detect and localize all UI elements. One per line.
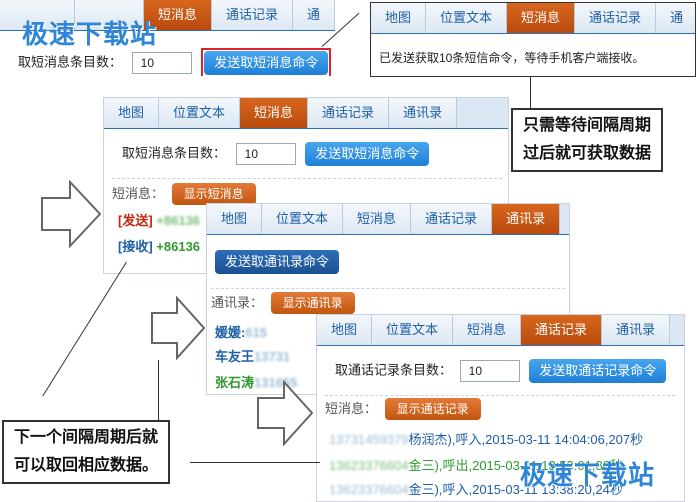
tab-calls[interactable]: 通话记录: [411, 204, 493, 234]
sms-list-header: 短消息： 显示短消息: [112, 178, 502, 205]
contacts-list-label: 通讯录：: [211, 295, 264, 310]
tab-sms[interactable]: 短消息: [240, 98, 309, 128]
contact-entry-2: 车友王13731: [215, 349, 291, 364]
recv-tag: [接收]: [118, 239, 153, 254]
fetch-contacts-button[interactable]: 发送取通讯录命令: [215, 250, 340, 274]
calls-count-input[interactable]: 10: [459, 360, 520, 382]
mini-count-row: 取短消息条目数： 10 发送取短消息命令: [18, 48, 332, 76]
count-label: 取短消息条目数：: [122, 145, 227, 161]
fetch-calls-button[interactable]: 发送取通话记录命令: [529, 359, 667, 383]
watermark-bottom: 极速下载站: [520, 461, 656, 491]
calls-list-header: 短消息： 显示通话记录: [325, 395, 675, 420]
arrow-right-icon: [257, 380, 314, 446]
tab-contacts[interactable]: 通讯录: [602, 315, 671, 345]
sms-entry-send: [发送] +86136: [118, 210, 200, 229]
tab-contacts[interactable]: 通: [656, 3, 695, 33]
watermark-top: 极速下载站: [22, 20, 158, 50]
count-label: 取短消息条目数：: [18, 54, 123, 70]
contacts-fetch-row: 发送取通讯录命令: [215, 250, 340, 274]
calls-tabbar: 地图 位置文本 短消息 通话记录 通讯录: [317, 315, 684, 346]
calls-list-label: 短消息：: [325, 401, 378, 416]
tab-location[interactable]: 位置文本: [262, 204, 344, 234]
tab-map[interactable]: 地图: [317, 315, 373, 345]
show-contacts-button[interactable]: 显示通讯录: [270, 292, 355, 314]
sms-count-row: 取短消息条目数： 10 发送取短消息命令: [122, 142, 430, 166]
call-record-1: 13731459379杨润杰),呼入,2015-03-11 14:04:06,2…: [329, 432, 644, 447]
tab-location[interactable]: 位置文本: [159, 98, 241, 128]
calls-count-row: 取通话记录条目数： 10 发送取通话记录命令: [335, 359, 667, 383]
tab-location[interactable]: 位置文本: [372, 315, 454, 345]
sms-tabbar: 地图 位置文本 短消息 通话记录 通讯录: [104, 98, 508, 129]
tab-calls[interactable]: 通话记录: [521, 315, 603, 345]
fetch-sms-button-highlight[interactable]: 发送取短消息命令: [201, 48, 332, 76]
tab-map[interactable]: 地图: [371, 3, 427, 33]
arrow-right-icon: [151, 296, 206, 360]
callout-top-connector: [530, 76, 531, 108]
status-message: 已发送获取10条短信命令，等待手机客户端接收。: [379, 51, 645, 65]
tab-calls[interactable]: 通话记录: [308, 98, 390, 128]
show-calls-button[interactable]: 显示通话记录: [384, 398, 481, 420]
fetch-sms-button[interactable]: 发送取短消息命令: [305, 142, 430, 166]
tab-map[interactable]: 地图: [104, 98, 160, 128]
callout-bottom-line1: 下一个间隔周期后就: [14, 429, 159, 446]
tab-sms[interactable]: 短消息: [507, 3, 576, 33]
calls-count-label: 取通话记录条目数：: [335, 362, 453, 378]
tab-contacts[interactable]: 通讯录: [389, 98, 458, 128]
count-input[interactable]: 10: [131, 52, 192, 74]
tab-contacts[interactable]: 通: [292, 0, 335, 30]
callout-top-line2: 过后就可获取数据: [523, 145, 652, 162]
tab-sms[interactable]: 短消息: [453, 315, 522, 345]
sms-entry-recv: [接收] +86136: [118, 236, 200, 255]
contacts-list-header: 通讯录： 显示通讯录: [211, 288, 565, 314]
contact-entry-1: 媛媛:615: [215, 325, 268, 340]
callout-bottom-line2: 可以取回相应数据。: [14, 457, 159, 474]
callout-bottom: 下一个间隔周期后就 可以取回相应数据。: [2, 420, 171, 484]
tab-calls[interactable]: 通话记录: [575, 3, 657, 33]
callout-bottom-connector-1: [42, 261, 127, 397]
status-panel: 地图 位置文本 短消息 通话记录 通 已发送获取10条短信命令，等待手机客户端接…: [370, 2, 696, 77]
tab-location[interactable]: 位置文本: [426, 3, 508, 33]
tab-map[interactable]: 地图: [207, 204, 263, 234]
tab-contacts[interactable]: 通讯录: [492, 204, 561, 234]
fetch-sms-button[interactable]: 发送取短消息命令: [204, 51, 329, 75]
status-tabbar: 地图 位置文本 短消息 通话记录 通: [371, 3, 695, 34]
tab-calls[interactable]: 通话记录: [211, 0, 293, 30]
callout-top-line1: 只需等待间隔周期: [523, 117, 652, 134]
count-input[interactable]: 10: [235, 143, 296, 165]
send-tag: [发送]: [118, 213, 153, 228]
callout-bottom-connector-3: [190, 462, 320, 463]
callout-bottom-connector-2: [158, 360, 159, 422]
callout-top: 只需等待间隔周期 过后就可获取数据: [511, 108, 664, 172]
show-sms-button[interactable]: 显示短消息: [171, 183, 256, 205]
sms-list-label: 短消息：: [112, 186, 165, 201]
recv-number: +86136: [156, 239, 201, 254]
tab-sms[interactable]: 短消息: [343, 204, 412, 234]
arrow-right-icon: [41, 180, 102, 248]
contacts-tabbar: 地图 位置文本 短消息 通话记录 通讯录: [207, 204, 569, 235]
send-number: +86136: [156, 213, 201, 228]
